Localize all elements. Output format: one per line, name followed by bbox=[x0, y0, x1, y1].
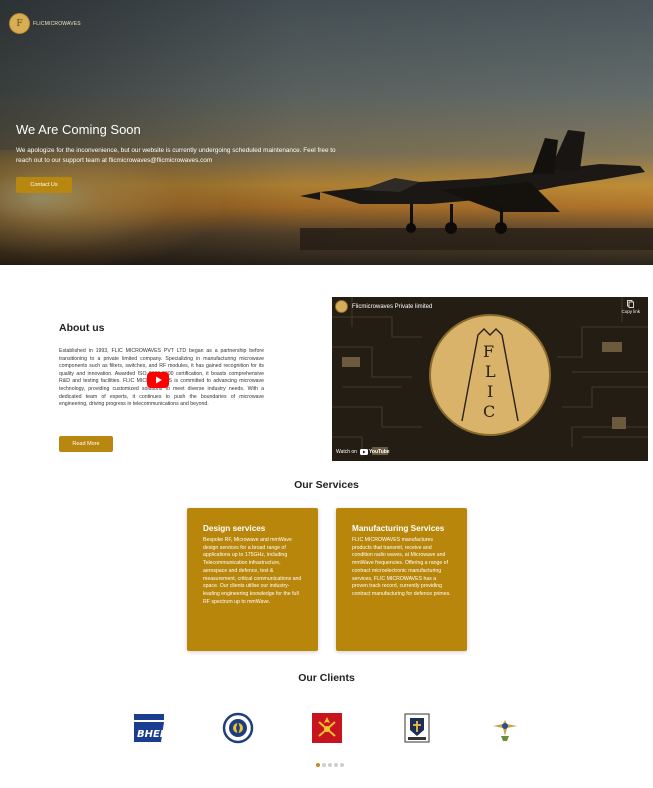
bhel-logo: BHEL bbox=[134, 714, 165, 742]
youtube-label: YouTube bbox=[368, 449, 390, 455]
watch-on-youtube[interactable]: Watch on YouTube bbox=[336, 449, 390, 455]
channel-avatar[interactable] bbox=[335, 300, 348, 313]
svg-text:BHEL: BHEL bbox=[137, 729, 165, 740]
clients-pagination bbox=[316, 763, 344, 767]
contact-us-button[interactable]: Contact Us bbox=[16, 177, 72, 193]
pagination-dot-2[interactable] bbox=[322, 763, 326, 767]
page: F FLICMICROWAVES We Are Coming Soon We a… bbox=[0, 0, 653, 788]
navy-logo bbox=[404, 713, 430, 743]
video-header: Flicmicrowaves Private limited bbox=[335, 300, 432, 313]
brand-logo-icon: F bbox=[9, 13, 30, 34]
service-card-title: Manufacturing Services bbox=[352, 524, 445, 533]
flic-logo-icon: F L I C bbox=[429, 314, 551, 436]
airforce-logo bbox=[493, 720, 517, 741]
service-card-design: Design services Bespoke RF, Microwave an… bbox=[187, 508, 318, 651]
hero-title: We Are Coming Soon bbox=[16, 122, 141, 137]
drdo-logo bbox=[222, 712, 254, 744]
pagination-dot-3[interactable] bbox=[328, 763, 332, 767]
army-logo bbox=[312, 713, 342, 743]
service-card-text: Bespoke RF, Microwave and mmWave design … bbox=[203, 537, 302, 605]
copy-link-label: Copy link bbox=[621, 309, 640, 314]
watch-on-label: Watch on bbox=[336, 449, 357, 455]
copy-icon bbox=[627, 300, 635, 308]
youtube-icon bbox=[359, 449, 368, 455]
hero-text: We apologize for the inconvenience, but … bbox=[16, 147, 336, 164]
pagination-dot-5[interactable] bbox=[340, 763, 344, 767]
brand-name: FLICMICROWAVES bbox=[33, 20, 81, 27]
video-embed[interactable]: F L I C Flicmicrowaves Private limited C… bbox=[332, 297, 648, 461]
about-title: About us bbox=[59, 322, 105, 334]
logo-letter-l: L bbox=[485, 362, 496, 381]
video-channel-title[interactable]: Flicmicrowaves Private limited bbox=[352, 304, 432, 310]
read-more-button[interactable]: Read More bbox=[59, 436, 113, 452]
service-card-manufacturing: Manufacturing Services FLIC MICROWAVES m… bbox=[336, 508, 467, 651]
youtube-logo: YouTube bbox=[359, 449, 390, 455]
logo-letter-i: I bbox=[487, 382, 493, 401]
logo-letter-f: F bbox=[483, 342, 494, 361]
pagination-dot-1[interactable] bbox=[316, 763, 320, 767]
service-card-title: Design services bbox=[203, 524, 266, 533]
service-card-text: FLIC MICROWAVES manufactures products th… bbox=[352, 537, 451, 597]
brand[interactable]: F FLICMICROWAVES bbox=[9, 13, 81, 34]
clients-title: Our Clients bbox=[298, 672, 355, 684]
logo-letter-c: C bbox=[483, 402, 495, 421]
play-button-icon[interactable] bbox=[147, 372, 169, 388]
pagination-dot-4[interactable] bbox=[334, 763, 338, 767]
services-title: Our Services bbox=[294, 479, 359, 491]
copy-link-button[interactable]: Copy link bbox=[621, 300, 640, 314]
hero-banner: F FLICMICROWAVES We Are Coming Soon We a… bbox=[0, 0, 653, 265]
